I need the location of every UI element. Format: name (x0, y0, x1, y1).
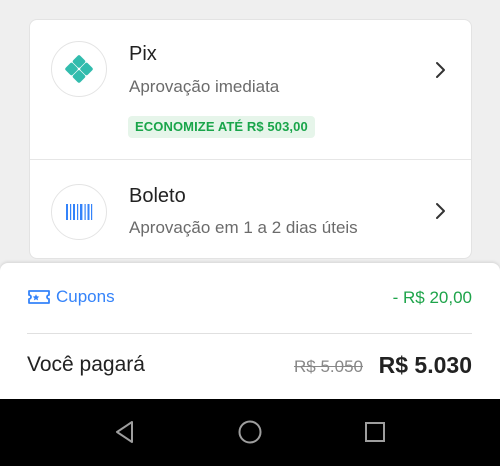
barcode-icon (66, 204, 93, 220)
barcode-icon-circle (51, 184, 107, 240)
savings-badge: ECONOMIZE ATÉ R$ 503,00 (128, 116, 315, 138)
pix-subtitle: Aprovação imediata (129, 77, 280, 96)
total-label: Você pagará (27, 353, 145, 376)
final-price: R$ 5.030 (378, 352, 472, 378)
payment-summary: Cupons - R$ 20,00 Você pagará R$ 5.050 R… (0, 263, 500, 399)
chevron-right-icon (436, 62, 445, 78)
back-triangle-icon[interactable] (112, 419, 138, 445)
coupons-link[interactable]: Cupons (27, 287, 115, 307)
pix-icon-circle (51, 41, 107, 97)
discount-value: - R$ 20,00 (392, 288, 472, 307)
ticket-icon (28, 290, 50, 304)
home-circle-icon[interactable] (237, 419, 263, 445)
coupons-label: Cupons (56, 287, 115, 306)
payment-option-pix[interactable]: Pix Aprovação imediata ECONOMIZE ATÉ R$ … (30, 20, 471, 159)
android-navigation-bar (0, 399, 500, 466)
original-price: R$ 5.050 (294, 357, 363, 376)
chevron-right-icon (436, 203, 445, 219)
pix-title: Pix (129, 43, 157, 65)
payment-option-boleto[interactable]: Boleto Aprovação em 1 a 2 dias úteis (30, 159, 471, 258)
payment-methods-card: Pix Aprovação imediata ECONOMIZE ATÉ R$ … (29, 19, 472, 259)
recents-square-icon[interactable] (362, 419, 388, 445)
boleto-subtitle: Aprovação em 1 a 2 dias úteis (129, 218, 358, 237)
divider (27, 333, 472, 334)
pix-icon (65, 55, 93, 83)
boleto-title: Boleto (129, 185, 186, 207)
